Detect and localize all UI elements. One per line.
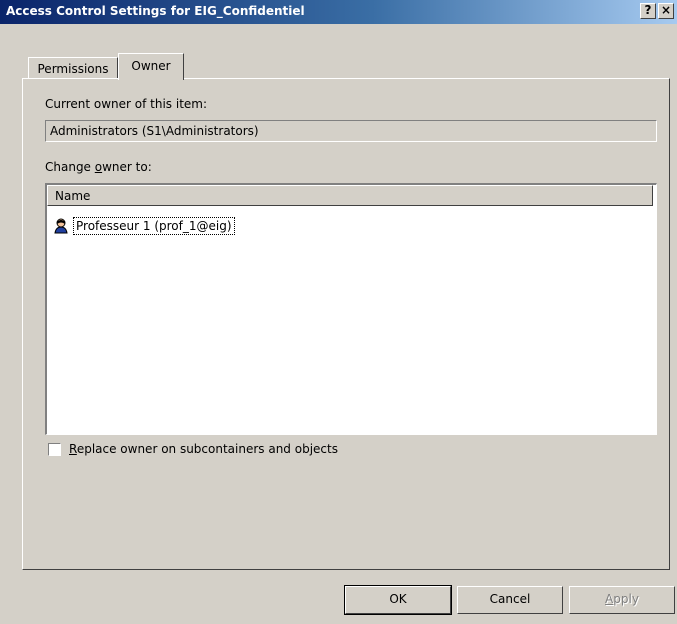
change-owner-label: Change owner to:: [45, 160, 152, 174]
name-column-label: Name: [55, 189, 91, 203]
tab-permissions[interactable]: Permissions: [28, 57, 118, 79]
tab-owner-label: Owner: [131, 59, 171, 73]
window-title: Access Control Settings for EIG_Confiden…: [6, 4, 305, 18]
list-item[interactable]: Professeur 1 (prof_1@eig): [53, 217, 413, 235]
change-owner-access-key: o: [94, 160, 103, 174]
replace-owner-checkbox[interactable]: [48, 443, 61, 456]
apply-label-text: pply: [613, 592, 639, 606]
title-bar: Access Control Settings for EIG_Confiden…: [0, 0, 677, 24]
current-owner-field[interactable]: Administrators (S1\Administrators): [45, 120, 657, 142]
tab-permissions-label: Permissions: [37, 62, 109, 76]
help-button[interactable]: ?: [640, 3, 656, 19]
apply-button[interactable]: Apply: [569, 586, 675, 614]
current-owner-value: Administrators (S1\Administrators): [50, 124, 259, 138]
tab-owner[interactable]: Owner: [118, 53, 184, 80]
ok-button[interactable]: OK: [344, 585, 452, 615]
cancel-button[interactable]: Cancel: [457, 586, 563, 614]
replace-owner-access-key: R: [69, 442, 77, 456]
current-owner-label: Current owner of this item:: [45, 97, 208, 111]
name-column-header[interactable]: Name: [47, 185, 653, 206]
user-icon: [54, 218, 68, 234]
change-owner-suffix: wner to:: [102, 160, 152, 174]
replace-owner-label-text: eplace owner on subcontainers and object…: [76, 442, 338, 456]
owner-list[interactable]: Name Professeur 1 (prof_1@eig): [45, 183, 657, 435]
replace-owner-label[interactable]: Replace owner on subcontainers and objec…: [69, 442, 338, 456]
change-owner-prefix: Change: [45, 160, 95, 174]
close-button[interactable]: ×: [658, 3, 674, 19]
list-item-label: Professeur 1 (prof_1@eig): [73, 217, 235, 235]
